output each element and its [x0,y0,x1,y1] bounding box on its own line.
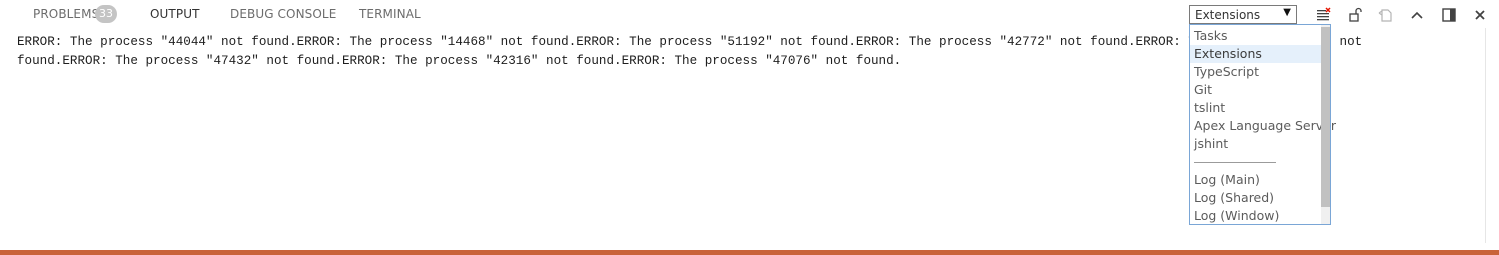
chevron-up-icon[interactable] [1408,6,1426,24]
panel-right-border [1485,28,1486,243]
problems-count-badge: 33 [95,5,117,23]
dropdown-separator [1194,162,1276,163]
panel-tab-bar: PROBLEMS 33 OUTPUT DEBUG CONSOLE TERMINA… [0,0,1180,30]
output-channel-dropdown: Tasks Extensions TypeScript Git tslint A… [1189,24,1336,225]
dropdown-option-extensions[interactable]: Extensions [1190,45,1322,63]
split-panel-icon[interactable] [1440,6,1458,24]
dropdown-arrow-icon: ▼ [1283,7,1291,18]
dropdown-option-jshint[interactable]: jshint [1190,135,1322,153]
dropdown-option-tasks[interactable]: Tasks [1190,27,1322,45]
close-icon[interactable] [1471,6,1489,24]
status-bar-edge [0,250,1499,255]
lock-scroll-icon[interactable] [1346,6,1364,24]
dropdown-scrollbar-thumb[interactable] [1321,27,1330,207]
dropdown-option-log-main[interactable]: Log (Main) [1190,171,1322,189]
tab-debug-console[interactable]: DEBUG CONSOLE [230,7,336,21]
tab-output[interactable]: OUTPUT [150,7,200,21]
clear-output-icon[interactable] [1314,6,1332,24]
output-panel: PROBLEMS 33 OUTPUT DEBUG CONSOLE TERMINA… [0,0,1499,255]
dropdown-option-log-shared[interactable]: Log (Shared) [1190,189,1322,207]
output-channel-select[interactable]: Extensions ▼ [1189,5,1297,24]
open-log-file-icon[interactable] [1377,6,1395,24]
dropdown-option-log-window[interactable]: Log (Window) [1190,207,1322,225]
dropdown-option-tslint[interactable]: tslint [1190,99,1322,117]
tab-terminal[interactable]: TERMINAL [359,7,421,21]
tab-problems[interactable]: PROBLEMS [33,7,99,21]
dropdown-option-apex-language-server[interactable]: Apex Language Server [1190,117,1336,135]
dropdown-option-git[interactable]: Git [1190,81,1322,99]
dropdown-option-typescript[interactable]: TypeScript [1190,63,1322,81]
dropdown-scrollbar[interactable] [1321,25,1330,224]
output-channel-value: Extensions [1195,8,1261,22]
